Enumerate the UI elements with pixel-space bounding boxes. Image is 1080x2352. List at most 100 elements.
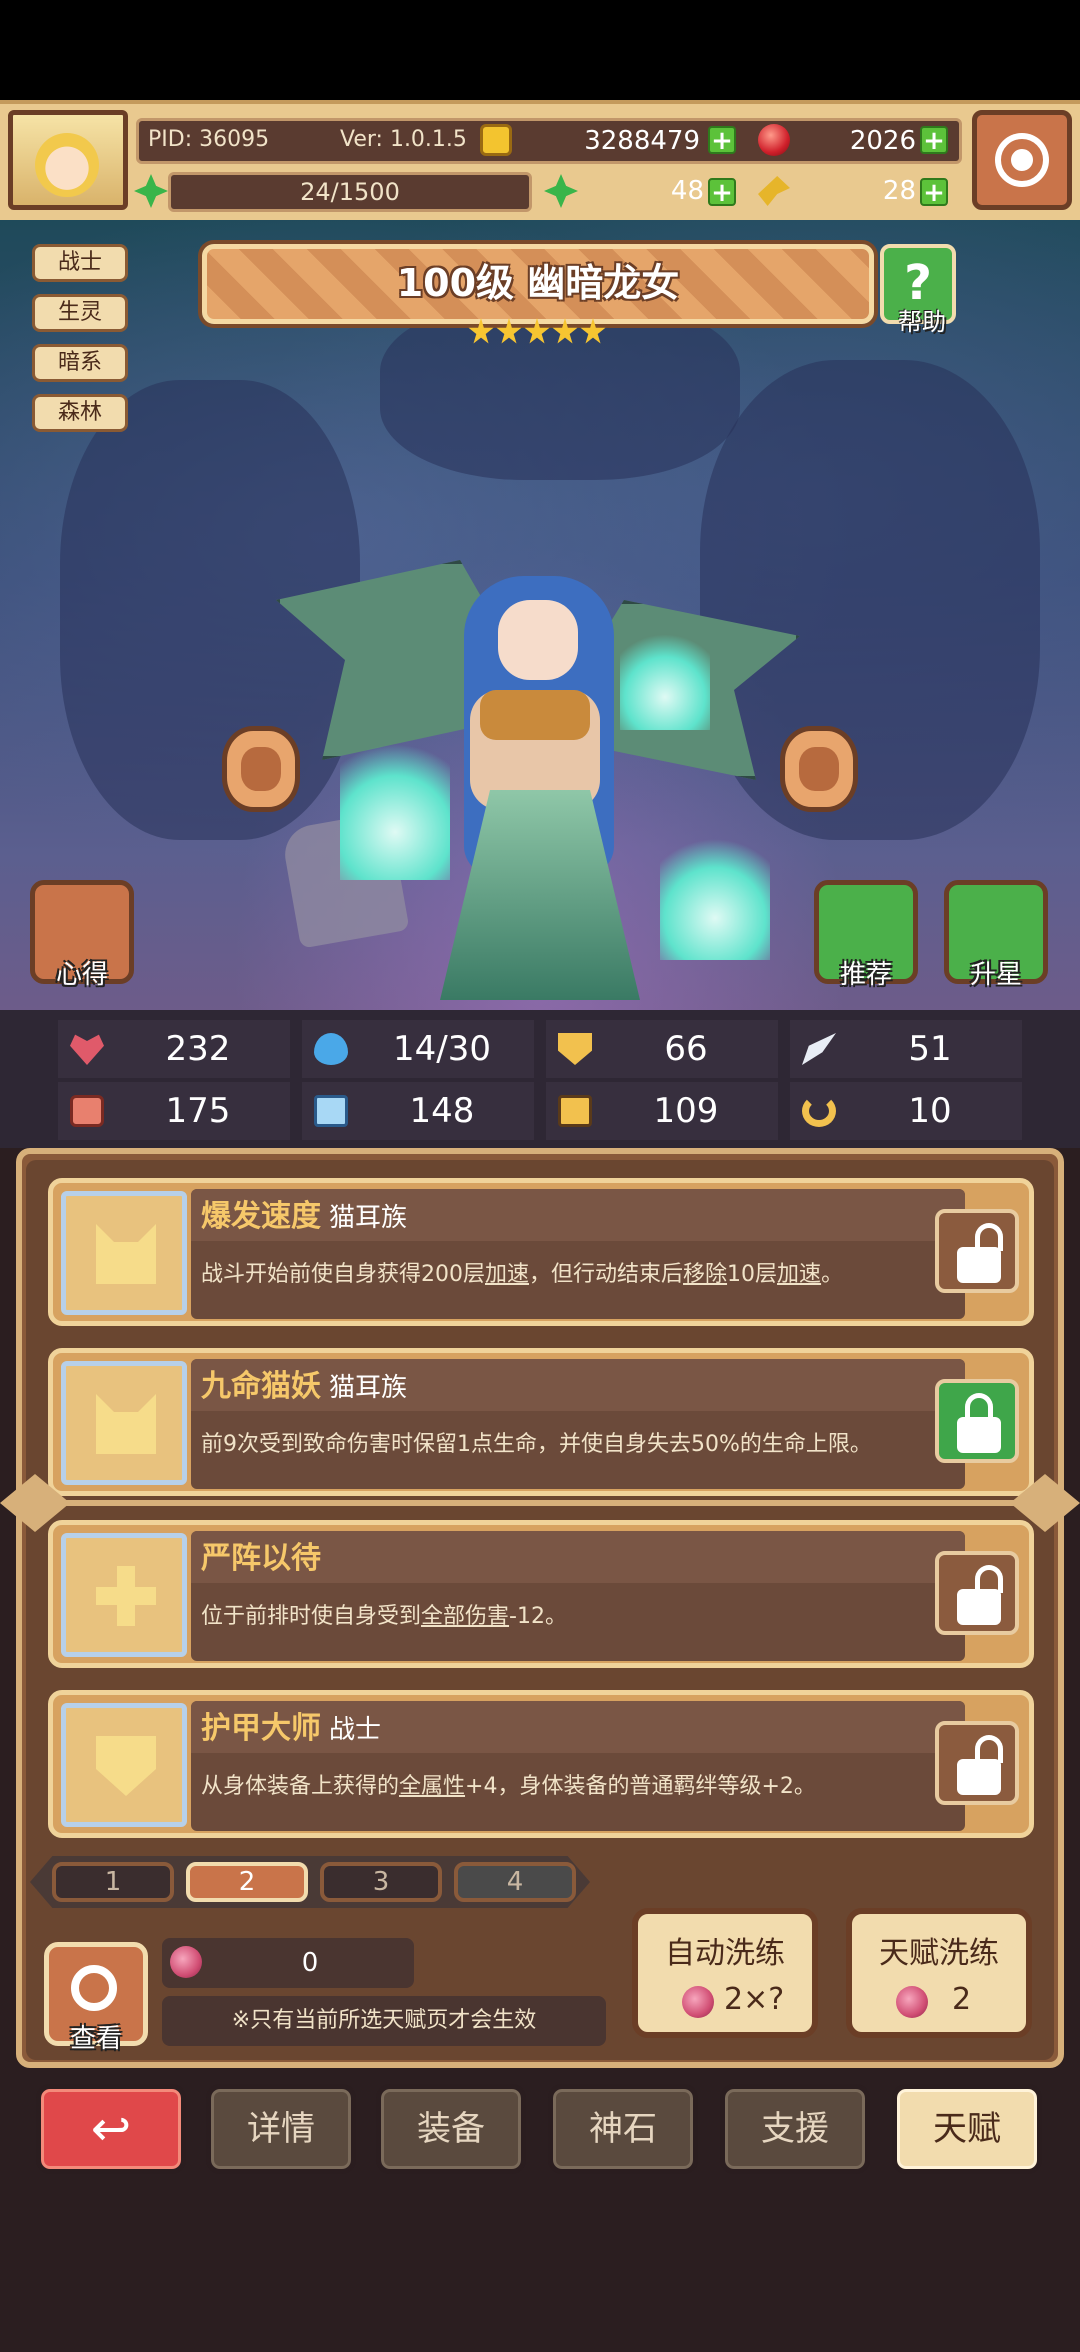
stat-luck: 10 (790, 1082, 1022, 1140)
prev-arrow-icon (241, 747, 281, 791)
talent-description: 战斗开始前使自身获得200层加速，但行动结束后移除10层加速。 (201, 1255, 843, 1295)
talent-reroll-label: 天赋洗练 (879, 1936, 999, 1971)
talent-reroll-cost: 2 (952, 1982, 972, 2017)
auto-reroll-button[interactable]: 自动洗练 2×? (632, 1908, 818, 2038)
talent-card[interactable]: 护甲大师 战士 从身体装备上获得的全属性+4，身体装备的普通羁绊等级+2。 (48, 1690, 1034, 1838)
prev-hero-button[interactable] (222, 726, 300, 812)
talent-name: 护甲大师 (201, 1711, 321, 1746)
talent-page-tab-3[interactable]: 3 (320, 1862, 442, 1902)
talent-page-tab-1[interactable]: 1 (52, 1862, 174, 1902)
cross-icon (96, 1566, 156, 1626)
talent-card[interactable]: 爆发速度 猫耳族 战斗开始前使自身获得200层加速，但行动结束后移除10层加速。 (48, 1178, 1034, 1326)
talent-name-row: 严阵以待 (201, 1541, 321, 1577)
lock-body (957, 1589, 1001, 1625)
desc-text: ，但行动结束后 (529, 1262, 684, 1287)
lock-body (957, 1417, 1001, 1453)
talent-body: 爆发速度 猫耳族 战斗开始前使自身获得200层加速，但行动结束后移除10层加速。 (191, 1189, 965, 1319)
talent-body: 九命猫妖 猫耳族 前9次受到致命伤害时保留1点生命，并使自身失去50%的生命上限。 (191, 1359, 965, 1489)
auto-reroll-label: 自动洗练 (665, 1936, 785, 1971)
star-up-label: 升星 (969, 960, 1022, 990)
nav-godstone[interactable]: 神石 (548, 2084, 698, 2174)
cat-head-icon (96, 1394, 156, 1454)
talent-race: 战士 (329, 1715, 382, 1745)
lock-body (957, 1247, 1001, 1283)
shield-icon (558, 1033, 592, 1065)
heart-icon (70, 1034, 104, 1065)
tag-class: 战士 (32, 244, 128, 282)
ruby-amount: 2026 (849, 126, 916, 156)
lock-toggle-button[interactable] (935, 1209, 1019, 1293)
stat-agility: 109 (546, 1082, 778, 1140)
talent-card[interactable]: 严阵以待 位于前排时使自身受到全部伤害-12。 (48, 1520, 1034, 1668)
star-icon (468, 318, 494, 344)
keyword-link[interactable]: 全部伤害 (421, 1604, 509, 1629)
stat-attack: 175 (58, 1082, 290, 1140)
add-key-button[interactable]: + (920, 178, 948, 206)
gear-icon (1001, 139, 1043, 181)
keyword-link[interactable]: 移除 (683, 1262, 727, 1287)
talent-name-row: 九命猫妖 猫耳族 (201, 1369, 407, 1406)
settings-button[interactable] (972, 110, 1072, 210)
star-icon (552, 318, 578, 344)
desc-text: 。 (821, 1262, 844, 1287)
talent-description: 前9次受到致命伤害时保留1点生命，并使自身失去50%的生命上限。 (201, 1432, 872, 1457)
lock-toggle-button[interactable] (935, 1551, 1019, 1635)
keyword-link[interactable]: 加速 (777, 1262, 821, 1287)
desc-text: +4，身体装备的普通羁绊等级+2。 (465, 1774, 816, 1799)
drop-icon (314, 1033, 348, 1065)
keyword-link[interactable]: 全属性 (399, 1774, 465, 1799)
star-icon (496, 318, 522, 344)
talent-name-row: 爆发速度 猫耳族 (201, 1199, 407, 1236)
nav-details[interactable]: 详情 (206, 2084, 356, 2174)
stat-mana: 14/30 (302, 1020, 534, 1078)
armor-emblem-icon (61, 1703, 187, 1827)
talent-fruit-icon (170, 1946, 202, 1978)
stat-hp: 232 (58, 1020, 290, 1078)
hero-face (498, 600, 578, 680)
shield-emblem-icon (96, 1736, 156, 1796)
talent-body: 护甲大师 战士 从身体装备上获得的全属性+4，身体装备的普通羁绊等级+2。 (191, 1701, 965, 1831)
nav-talent[interactable]: 天赋 (892, 2084, 1042, 2174)
help-label: 帮助 (898, 308, 946, 336)
talent-page-tab-2[interactable]: 2 (186, 1862, 308, 1902)
spirit-flame (620, 620, 710, 730)
stat-defense: 66 (546, 1020, 778, 1078)
gold-coin-icon (480, 124, 512, 156)
notes-label: 心得 (55, 960, 108, 990)
talent-reroll-button[interactable]: 天赋洗练 2 (846, 1908, 1032, 2038)
player-avatar[interactable] (8, 110, 128, 210)
horseshoe-icon (802, 1095, 836, 1127)
next-arrow-icon (799, 747, 839, 791)
talent-page-tab-4[interactable]: 4 (454, 1862, 576, 1902)
talent-fruit-icon (682, 1986, 714, 2018)
gold-amount: 3288479 (584, 126, 700, 156)
talent-card[interactable]: 九命猫妖 猫耳族 前9次受到致命伤害时保留1点生命，并使自身失去50%的生命上限。 (48, 1348, 1034, 1496)
back-arrow-icon: ↩ (90, 2101, 132, 2157)
talent-name: 严阵以待 (201, 1541, 321, 1576)
talent-name-row: 护甲大师 战士 (201, 1711, 381, 1748)
talent-page-note: ※只有当前所选天赋页才会生效 (162, 1996, 606, 2046)
star-icon (580, 318, 606, 344)
clover-amount: 48 (670, 176, 704, 206)
add-ruby-button[interactable]: + (920, 126, 948, 154)
add-gold-button[interactable]: + (708, 126, 736, 154)
next-hero-button[interactable] (780, 726, 858, 812)
keyword-link[interactable]: 加速 (485, 1262, 529, 1287)
add-clover-button[interactable]: + (708, 178, 736, 206)
cat-emblem-icon (61, 1191, 187, 1315)
lock-toggle-button[interactable] (935, 1379, 1019, 1463)
nav-equipment[interactable]: 装备 (376, 2084, 526, 2174)
talent-body: 严阵以待 位于前排时使自身受到全部伤害-12。 (191, 1531, 965, 1661)
desc-text: -12。 (509, 1604, 567, 1629)
talent-description: 从身体装备上获得的全属性+4，身体装备的普通羁绊等级+2。 (201, 1767, 816, 1807)
recommend-label: 推荐 (839, 960, 892, 990)
spirit-flame (660, 820, 770, 960)
nav-support[interactable]: 支援 (720, 2084, 870, 2174)
wing-icon (802, 1033, 836, 1065)
auto-reroll-cost: 2×? (724, 1982, 785, 2017)
back-button[interactable]: ↩ (36, 2084, 186, 2174)
talent-race: 猫耳族 (329, 1203, 408, 1233)
lock-toggle-button[interactable] (935, 1721, 1019, 1805)
talent-race: 猫耳族 (329, 1373, 408, 1403)
lock-body (957, 1759, 1001, 1795)
